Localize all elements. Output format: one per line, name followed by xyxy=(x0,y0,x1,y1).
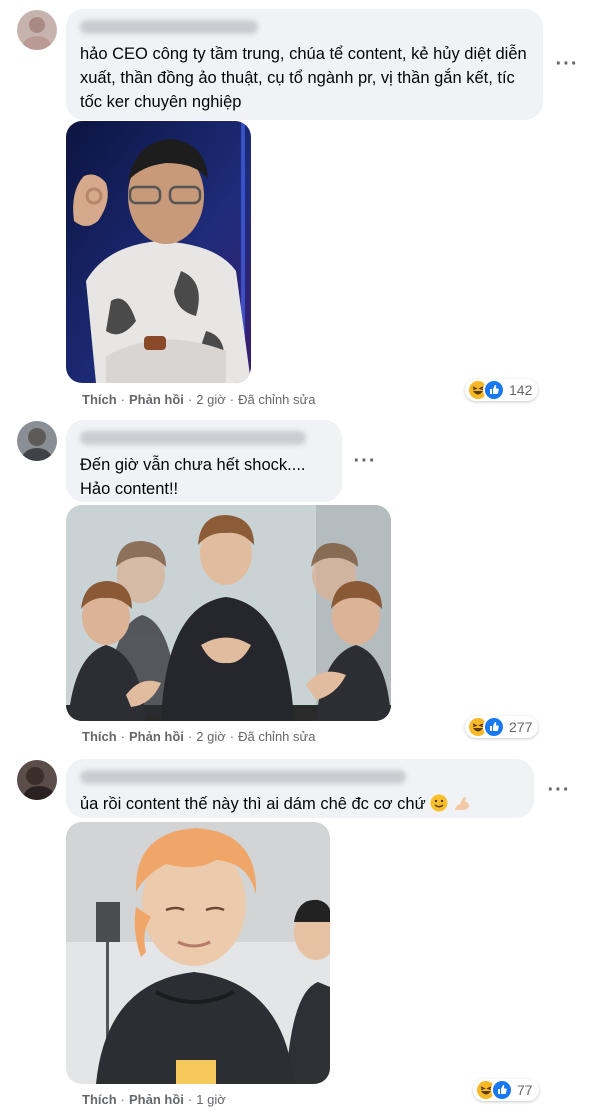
commenter-name-redacted[interactable] xyxy=(80,770,406,784)
commenter-avatar[interactable] xyxy=(17,760,57,800)
edited-label: Đã chỉnh sửa xyxy=(238,729,316,744)
comment-bubble: Đến giờ vẫn chưa hết shock.... Hảo conte… xyxy=(66,420,342,502)
commenter-avatar[interactable] xyxy=(17,421,57,461)
more-options-icon[interactable]: ··· xyxy=(547,778,571,802)
comment-text: hảo CEO công ty tầm trung, chúa tể conte… xyxy=(80,45,532,111)
edited-label: Đã chỉnh sửa xyxy=(238,392,316,407)
reaction-count: 277 xyxy=(509,719,533,735)
like-button[interactable]: Thích xyxy=(82,1092,117,1107)
reaction-count: 77 xyxy=(517,1082,533,1098)
like-reaction-icon xyxy=(483,716,505,738)
comment-image[interactable] xyxy=(66,505,391,721)
reaction-summary[interactable]: 142 xyxy=(465,379,539,401)
like-reaction-icon xyxy=(483,379,505,401)
reaction-count: 142 xyxy=(509,382,533,398)
reply-button[interactable]: Phản hồi xyxy=(129,1092,184,1107)
commenter-name-redacted[interactable] xyxy=(80,431,306,445)
more-options-icon[interactable]: ··· xyxy=(353,449,377,473)
like-button[interactable]: Thích xyxy=(82,729,117,744)
comment-time[interactable]: 2 giờ xyxy=(196,729,226,744)
comment-time[interactable]: 1 giờ xyxy=(196,1092,226,1107)
commenter-name-redacted[interactable] xyxy=(80,20,258,34)
comment-actions: Thích · Phản hồi · 2 giờ · Đã chỉnh sửa xyxy=(82,392,316,407)
like-button[interactable]: Thích xyxy=(82,392,117,407)
comment-text: ủa rồi content thế này thì ai dám chê đc… xyxy=(80,792,522,819)
commenter-avatar[interactable] xyxy=(17,10,57,50)
comment-actions: Thích · Phản hồi · 1 giờ xyxy=(82,1092,226,1107)
reply-button[interactable]: Phản hồi xyxy=(129,392,184,407)
comment-bubble: hảo CEO công ty tầm trung, chúa tể conte… xyxy=(66,9,543,120)
comment-image[interactable] xyxy=(66,121,251,383)
smile-emoji-icon xyxy=(430,794,448,819)
comment-time[interactable]: 2 giờ xyxy=(196,392,226,407)
comment-text: Đến giờ vẫn chưa hết shock.... Hảo conte… xyxy=(80,456,306,498)
reaction-summary[interactable]: 77 xyxy=(473,1079,539,1101)
comment-bubble: ủa rồi content thế này thì ai dám chê đc… xyxy=(66,759,534,818)
comment-actions: Thích · Phản hồi · 2 giờ · Đã chỉnh sửa xyxy=(82,729,316,744)
reply-button[interactable]: Phản hồi xyxy=(129,729,184,744)
more-options-icon[interactable]: ··· xyxy=(555,52,579,76)
flexed-arm-emoji-icon xyxy=(453,794,471,819)
reaction-summary[interactable]: 277 xyxy=(465,716,539,738)
comment-image[interactable] xyxy=(66,822,330,1084)
like-reaction-icon xyxy=(491,1079,513,1101)
